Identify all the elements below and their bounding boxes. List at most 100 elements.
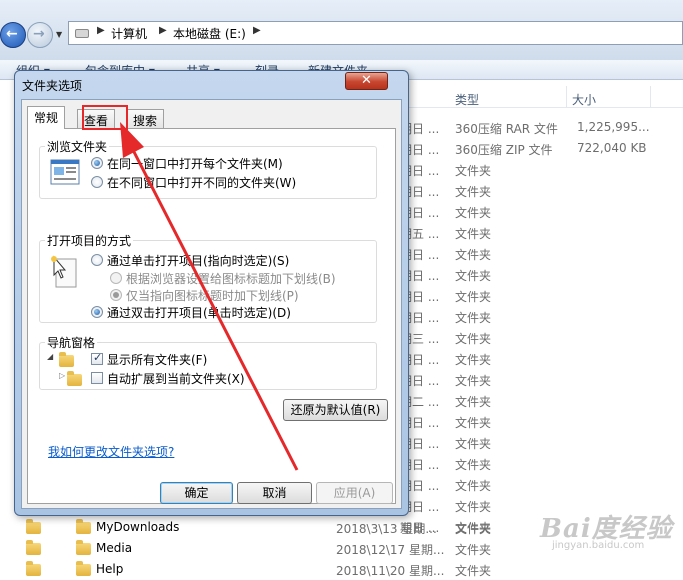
radio-single-click[interactable] (91, 254, 103, 266)
navigation-pane-label: 导航窗格 (45, 334, 98, 351)
file-type: 文件夹 (455, 311, 492, 325)
file-type: 文件夹 (455, 248, 492, 262)
general-tab-page: 浏览文件夹 在同一窗口中打开每个文件夹(M) 在不同窗口中打开不同的文件夹(W)… (27, 128, 396, 504)
ok-button[interactable]: 确定 (160, 482, 233, 504)
file-type: 文件夹 (455, 206, 492, 220)
column-headers: 类型 大小 (400, 86, 683, 108)
folder-name: Media (96, 541, 133, 555)
folder-name: Help (96, 562, 124, 576)
tree-folder-icon[interactable] (26, 561, 41, 576)
file-type: 文件夹 (455, 395, 492, 409)
show-all-folders-label[interactable]: 显示所有文件夹(F) (107, 351, 207, 368)
navigation-pane-group: 导航窗格 ◢ ✓ 显示所有文件夹(F) ▷ 自动扩展到当前文件夹(X) (39, 334, 377, 390)
radio-new-window[interactable] (91, 176, 103, 188)
folder-date: 2018\11\20 星期... (336, 564, 445, 578)
radio-underline-browser[interactable] (110, 272, 122, 284)
breadcrumb-separator-icon[interactable]: ▶ (253, 25, 261, 36)
folder-icon (59, 352, 74, 367)
column-size[interactable]: 大小 (572, 91, 596, 108)
file-size: 722,040 KB (577, 141, 647, 155)
folder-row[interactable]: Help 2018\11\20 星期... 文件夹 (0, 559, 683, 580)
auto-expand-checkbox[interactable] (91, 372, 103, 384)
view-tab-highlight-box (82, 105, 128, 130)
file-type: 文件夹 (455, 332, 492, 346)
file-type: 文件夹 (455, 269, 492, 283)
tree-folder-icon[interactable] (26, 540, 41, 555)
tab-general[interactable]: 常规 (27, 106, 66, 129)
checkmark-icon: ✓ (93, 351, 103, 364)
folder-icon (76, 540, 91, 555)
file-type: 文件夹 (455, 290, 492, 304)
folder-icon (76, 519, 91, 534)
single-click-label[interactable]: 通过单击打开项目(指向时选定)(S) (107, 252, 289, 269)
browse-folders-label: 浏览文件夹 (45, 138, 110, 155)
click-items-label: 打开项目的方式 (45, 232, 134, 249)
baidu-jingyan-watermark: Bai度经验 jingyan.baidu.com (540, 508, 673, 551)
radio-underline-point[interactable] (110, 289, 122, 301)
close-button[interactable]: ✕ (345, 72, 388, 90)
underline-browser-label: 根据浏览器设置给图标标题加下划线(B) (126, 272, 336, 286)
dialog-body: 常规 查看 搜索 浏览文件夹 在同一窗口中打开每个文件夹(M) 在不同窗口中打开… (21, 99, 402, 509)
apply-button[interactable]: 应用(A) (316, 482, 393, 504)
folder-name: MyDownloads (96, 520, 180, 534)
folder-date: 2018\12\17 星期... (336, 543, 445, 557)
auto-expand-label[interactable]: 自动扩展到当前文件夹(X) (107, 370, 245, 387)
back-button[interactable]: ← (0, 22, 26, 48)
collapsed-triangle-icon: ▷ (59, 371, 66, 380)
file-type: 文件夹 (455, 185, 492, 199)
back-arrow-icon: ← (6, 26, 18, 42)
click-items-group: 打开项目的方式 通过单击打开项目(指向时选定)(S) 根据浏览器设置给图标标题加… (39, 232, 377, 323)
window-icon (50, 159, 80, 185)
folder-type: 文件夹 (455, 522, 492, 536)
file-type: 文件夹 (455, 164, 492, 178)
same-window-label[interactable]: 在同一窗口中打开每个文件夹(M) (107, 155, 283, 172)
folder-icon (76, 561, 91, 576)
drive-icon (75, 29, 89, 38)
double-click-label[interactable]: 通过双击打开项目(单击时选定)(D) (107, 304, 291, 321)
forward-arrow-icon: → (33, 26, 45, 42)
pointer-click-icon (51, 255, 77, 288)
new-window-label[interactable]: 在不同窗口中打开不同的文件夹(W) (107, 174, 296, 191)
restore-defaults-button[interactable]: 还原为默认值(R) (283, 399, 388, 421)
file-type: 360压缩 ZIP 文件 (455, 143, 553, 157)
file-type: 文件夹 (455, 500, 492, 514)
navigation-bar: ← → ▼ ▶ 计算机 ▶ 本地磁盘 (E:) ▶ (0, 0, 683, 60)
folder-options-dialog: 文件夹选项 ✕ 常规 查看 搜索 浏览文件夹 在同一窗口中打开每个文件夹(M) (14, 70, 409, 516)
folder-date: 2018\3\13 星期... (336, 522, 437, 536)
expanded-triangle-icon: ◢ (47, 352, 54, 361)
cancel-button[interactable]: 取消 (237, 482, 312, 504)
breadcrumb-computer[interactable]: 计算机 (111, 25, 147, 42)
column-divider[interactable] (650, 86, 651, 108)
recent-pages-dropdown-icon[interactable]: ▼ (56, 30, 62, 39)
breadcrumb-drive-e[interactable]: 本地磁盘 (E:) (173, 25, 246, 42)
file-type: 文件夹 (455, 353, 492, 367)
breadcrumb-separator-icon[interactable]: ▶ (97, 25, 105, 36)
folder-type: 文件夹 (455, 564, 492, 578)
column-type[interactable]: 类型 (455, 91, 479, 108)
breadcrumb-separator-icon[interactable]: ▶ (159, 25, 167, 36)
underline-point-label: 仅当指向图标标题时加下划线(P) (126, 289, 299, 303)
folder-icon (67, 371, 82, 386)
tree-folder-icon[interactable] (26, 519, 41, 534)
help-link[interactable]: 我如何更改文件夹选项? (48, 443, 174, 460)
radio-same-window[interactable] (91, 157, 103, 169)
close-icon: ✕ (361, 73, 372, 88)
file-type: 文件夹 (455, 227, 492, 241)
address-bar[interactable]: ▶ 计算机 ▶ 本地磁盘 (E:) ▶ (68, 21, 683, 45)
radio-double-click[interactable] (91, 306, 103, 318)
file-type: 文件夹 (455, 416, 492, 430)
dialog-title: 文件夹选项 (22, 79, 83, 93)
show-all-folders-checkbox[interactable]: ✓ (91, 351, 103, 365)
file-type: 文件夹 (455, 437, 492, 451)
tab-search[interactable]: 搜索 (126, 109, 165, 129)
file-type: 360压缩 RAR 文件 (455, 122, 558, 136)
watermark-url: jingyan.baidu.com (552, 540, 645, 551)
folder-type: 文件夹 (455, 543, 492, 557)
forward-button[interactable]: → (27, 22, 53, 48)
file-type: 文件夹 (455, 479, 492, 493)
browse-folders-group: 浏览文件夹 在同一窗口中打开每个文件夹(M) 在不同窗口中打开不同的文件夹(W) (39, 138, 377, 199)
column-divider[interactable] (566, 86, 567, 108)
file-type: 文件夹 (455, 374, 492, 388)
file-type: 文件夹 (455, 458, 492, 472)
file-size: 1,225,995... (577, 120, 650, 134)
